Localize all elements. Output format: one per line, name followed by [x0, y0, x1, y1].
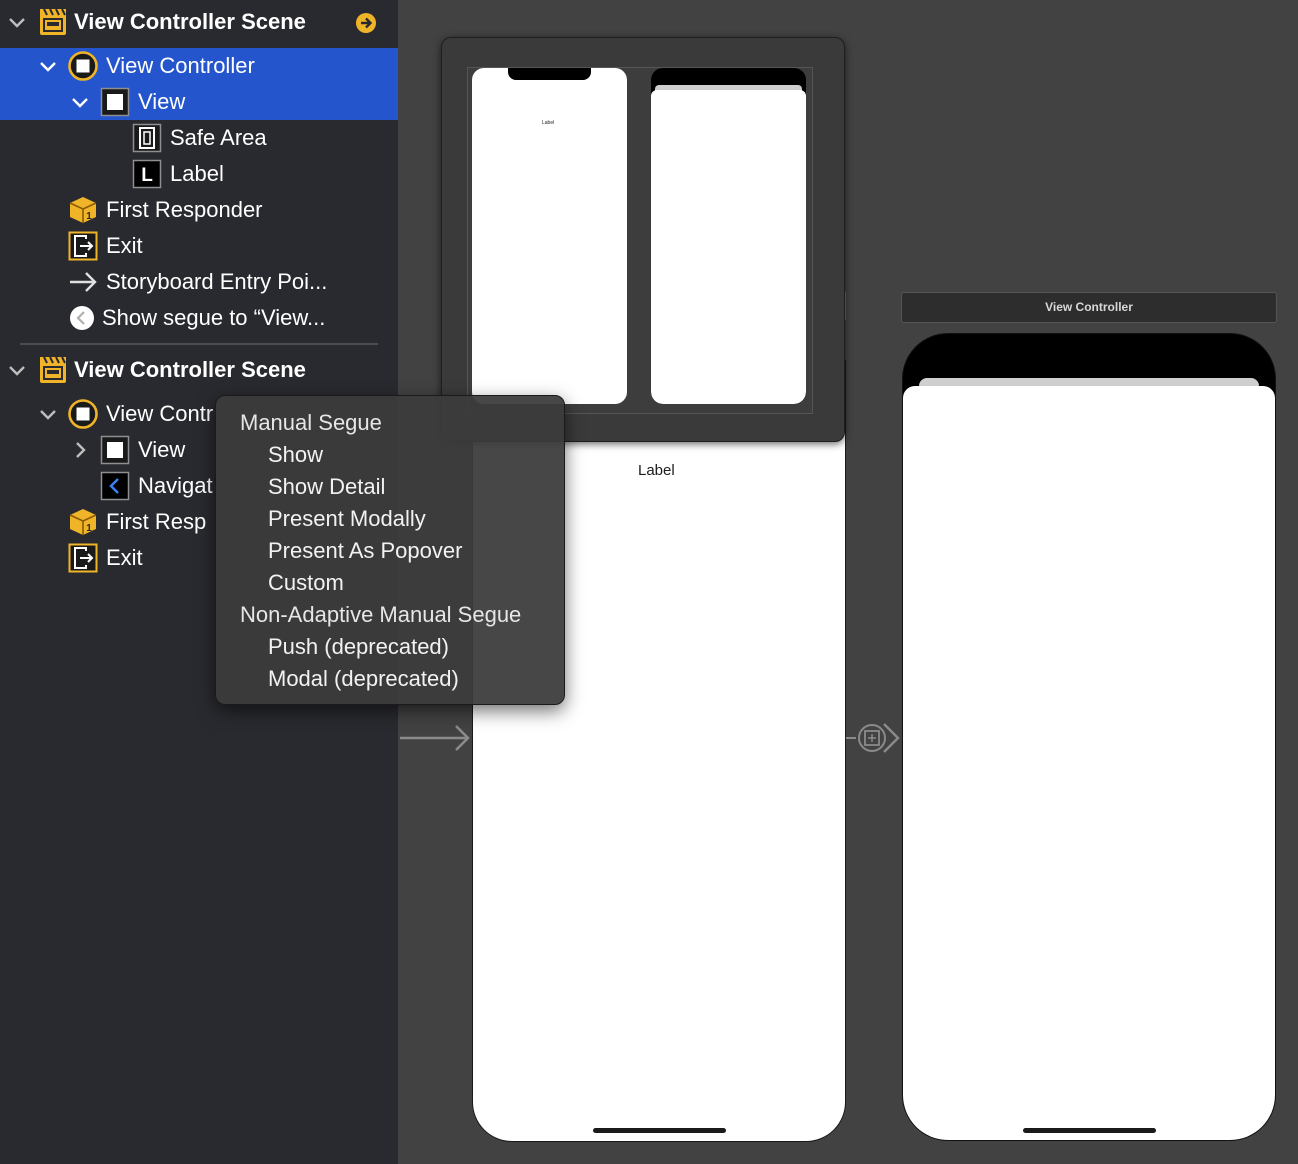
scene-icon [40, 8, 66, 35]
first-responder-icon: 1 [69, 509, 97, 535]
outline-item-label: Storyboard Entry Poi... [106, 269, 328, 294]
back-chevron-icon [100, 471, 130, 501]
segue-icon [70, 306, 94, 330]
presented-sheet [651, 90, 806, 404]
outline-item-scene-2[interactable]: View Controller Scene [0, 352, 398, 388]
preview-phone-show: Label [472, 68, 627, 404]
svg-text:L: L [141, 165, 153, 186]
chevron-down-icon[interactable] [37, 403, 59, 425]
arrow-right-icon [70, 272, 97, 292]
menu-header-manual-segue: Manual Segue [240, 410, 382, 435]
outline-item-view-controller[interactable]: View Controller [0, 48, 398, 84]
view-controller-icon [68, 51, 98, 81]
outline-divider [20, 343, 378, 345]
svg-text:1: 1 [86, 523, 92, 534]
outline-item-label: View [138, 437, 186, 462]
menu-item-push-deprecated[interactable]: Push (deprecated) [268, 632, 449, 662]
home-indicator [593, 1128, 726, 1133]
outline-item-label: View [138, 89, 186, 114]
outline-item-label: View Controller Scene [74, 357, 306, 382]
safe-area-icon [132, 123, 162, 153]
exit-icon [68, 231, 98, 261]
scene-title-bar[interactable]: View Controller [901, 292, 1277, 323]
scene-icon [40, 356, 66, 383]
chevron-down-icon[interactable] [37, 55, 59, 77]
outline-item-label: View Contr [106, 401, 214, 426]
preview-mini-label: Label [542, 120, 555, 126]
menu-item-show-detail[interactable]: Show Detail [268, 472, 385, 502]
menu-item-present-modally[interactable]: Present Modally [268, 504, 426, 534]
chevron-right-icon[interactable] [69, 439, 91, 461]
canvas-label[interactable]: Label [638, 462, 675, 479]
exit-icon [68, 543, 98, 573]
entry-arrow-icon[interactable] [400, 722, 472, 754]
label-icon: L [132, 159, 162, 189]
show-segue-icon[interactable] [846, 720, 902, 756]
outline-item-label: Safe Area [170, 125, 267, 150]
view-controller-icon [68, 399, 98, 429]
outline-item-first-responder[interactable]: 1 First Responder [0, 192, 398, 228]
segue-type-menu: Manual Segue Show Show Detail Present Mo… [215, 395, 565, 705]
chevron-down-icon[interactable] [6, 11, 28, 33]
phone-notch [508, 68, 591, 80]
presented-sheet [903, 386, 1275, 1140]
scene-view-controller-2[interactable] [902, 333, 1276, 1141]
svg-text:1: 1 [86, 211, 92, 222]
preview-phone-modal [651, 68, 806, 404]
arrow-right-circle-icon[interactable] [355, 12, 377, 34]
outline-item-label-element[interactable]: L Label [0, 156, 398, 192]
menu-header-non-adaptive: Non-Adaptive Manual Segue [240, 602, 522, 627]
outline-item-show-segue[interactable]: Show segue to “View... [0, 300, 398, 336]
outline-item-label: First Responder [106, 197, 263, 222]
outline-item-label: Show segue to “View... [102, 305, 326, 330]
outline-item-view[interactable]: View [0, 84, 398, 120]
outline-item-label: Exit [106, 233, 143, 258]
outline-item-label: View Controller Scene [74, 9, 306, 34]
view-icon [100, 435, 130, 465]
chevron-down-icon[interactable] [6, 359, 28, 381]
menu-item-custom[interactable]: Custom [268, 568, 344, 598]
outline-item-label: Label [170, 161, 224, 186]
chevron-down-icon[interactable] [69, 91, 91, 113]
view-icon [100, 87, 130, 117]
outline-item-label: First Resp [106, 509, 207, 534]
menu-item-present-as-popover[interactable]: Present As Popover [268, 536, 462, 566]
first-responder-icon: 1 [69, 197, 97, 223]
outline-item-scene-1[interactable]: View Controller Scene [0, 4, 398, 40]
menu-item-show[interactable]: Show [268, 440, 323, 470]
outline-item-label: Exit [106, 545, 143, 570]
menu-item-modal-deprecated[interactable]: Modal (deprecated) [268, 664, 459, 694]
outline-item-label: View Controller [106, 53, 255, 78]
outline-item-safe-area[interactable]: Safe Area [0, 120, 398, 156]
outline-item-storyboard-entry-point[interactable]: Storyboard Entry Poi... [0, 264, 398, 300]
outline-item-label: Navigat [138, 473, 213, 498]
outline-item-exit[interactable]: Exit [0, 228, 398, 264]
home-indicator [1023, 1128, 1156, 1133]
